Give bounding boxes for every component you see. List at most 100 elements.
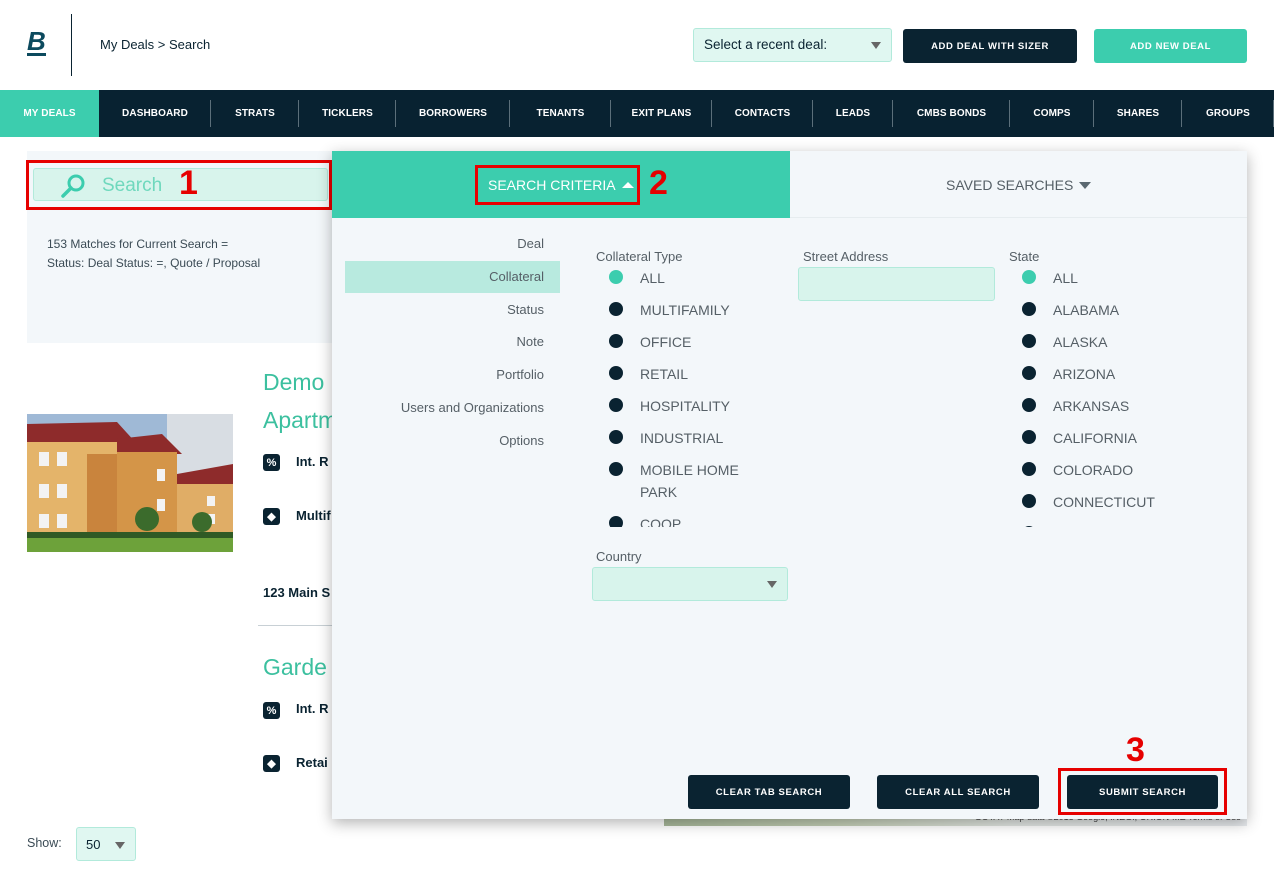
radio-collateral-multifamily[interactable]: MULTIFAMILY	[596, 299, 786, 321]
category-deal[interactable]: Deal	[345, 228, 560, 260]
match-count: 153 Matches for Current Search =	[47, 237, 229, 251]
street-address-label: Street Address	[803, 249, 889, 264]
radio-dot-icon	[609, 302, 623, 316]
app-logo[interactable]: B	[27, 28, 46, 56]
add-new-deal-button[interactable]: ADD NEW DEAL	[1094, 29, 1247, 63]
match-summary: 153 Matches for Current Search = Status:…	[47, 235, 260, 273]
page-size-value: 50	[86, 837, 101, 852]
clear-tab-search-button[interactable]: CLEAR TAB SEARCH	[688, 775, 850, 809]
nav-ticklers[interactable]: TICKLERS	[299, 90, 396, 137]
recent-deal-select[interactable]: Select a recent deal:	[693, 28, 892, 62]
collateral-type-label: Collateral Type	[596, 249, 683, 264]
radio-dot-icon	[609, 270, 623, 284]
radio-collateral-retail[interactable]: RETAIL	[596, 363, 786, 385]
deal-title[interactable]: Garde	[263, 654, 327, 681]
radio-label: ALL	[1053, 270, 1078, 286]
chevron-down-icon	[871, 42, 881, 49]
radio-state-all[interactable]: ALL	[1009, 267, 1209, 289]
radio-dot-icon	[1022, 302, 1036, 316]
nav-tenants[interactable]: TENANTS	[510, 90, 611, 137]
radio-dot-icon	[1022, 366, 1036, 380]
radio-collateral-coop[interactable]: COOP	[596, 513, 786, 527]
page-size-select[interactable]: 50	[76, 827, 136, 861]
country-label: Country	[596, 549, 642, 564]
main-nav: MY DEALS DASHBOARD STRATS TICKLERS BORRO…	[0, 90, 1274, 137]
radio-state-california[interactable]: CALIFORNIA	[1009, 427, 1209, 449]
radio-collateral-all[interactable]: ALL	[596, 267, 786, 289]
collateral-type-radio-list: ALL MULTIFAMILY OFFICE RETAIL HOSPITALIT…	[596, 267, 786, 527]
caret-down-icon	[1079, 182, 1092, 189]
deal-address: 123 Main S	[263, 585, 331, 600]
deal-title-line2[interactable]: Apartm	[263, 407, 337, 434]
apartment-photo	[27, 414, 233, 552]
deal-thumbnail[interactable]	[27, 414, 233, 552]
recent-deal-select-value: Select a recent deal:	[704, 37, 828, 52]
radio-collateral-mobile-home-park[interactable]: MOBILE HOME PARK	[596, 459, 746, 503]
nav-borrowers[interactable]: BORROWERS	[396, 90, 510, 137]
radio-label: COOP	[640, 516, 682, 527]
nav-comps[interactable]: COMPS	[1010, 90, 1094, 137]
state-radio-list: ALL ALABAMA ALASKA ARIZONA ARKANSAS CALI…	[1009, 267, 1209, 527]
radio-label: ARIZONA	[1053, 366, 1116, 382]
radio-state-connecticut[interactable]: CONNECTICUT	[1009, 491, 1209, 513]
radio-state-arkansas[interactable]: ARKANSAS	[1009, 395, 1209, 417]
tag-icon: ◆	[263, 508, 280, 525]
radio-dot-icon	[609, 430, 623, 444]
radio-collateral-office[interactable]: OFFICE	[596, 331, 786, 353]
breadcrumb[interactable]: My Deals > Search	[100, 37, 210, 52]
radio-dot-icon	[1022, 334, 1036, 348]
nav-leads[interactable]: LEADS	[813, 90, 893, 137]
deal-collateral-type: Multif	[296, 508, 331, 523]
category-users-and-organizations[interactable]: Users and Organizations	[345, 392, 560, 424]
add-deal-with-sizer-button[interactable]: ADD DEAL WITH SIZER	[903, 29, 1077, 63]
clear-all-search-button[interactable]: CLEAR ALL SEARCH	[877, 775, 1039, 809]
annotation-number-3: 3	[1126, 731, 1145, 769]
radio-label: ALABAMA	[1053, 302, 1120, 318]
app-header: B My Deals > Search Select a recent deal…	[0, 0, 1274, 90]
radio-state-arizona[interactable]: ARIZONA	[1009, 363, 1209, 385]
chevron-down-icon	[115, 842, 125, 849]
tab-saved-searches-label: SAVED SEARCHES	[946, 177, 1092, 193]
radio-dot-icon	[1022, 462, 1036, 476]
category-portfolio[interactable]: Portfolio	[345, 359, 560, 391]
radio-label: INDUSTRIAL	[640, 430, 724, 446]
category-status[interactable]: Status	[345, 294, 560, 326]
tag-icon: ◆	[263, 755, 280, 772]
nav-strats[interactable]: STRATS	[211, 90, 299, 137]
radio-state-alabama[interactable]: ALABAMA	[1009, 299, 1209, 321]
nav-exit-plans[interactable]: EXIT PLANS	[611, 90, 712, 137]
show-label: Show:	[27, 836, 62, 850]
radio-label: OFFICE	[640, 334, 692, 350]
radio-label: ARKANSAS	[1053, 398, 1130, 414]
nav-contacts[interactable]: CONTACTS	[712, 90, 813, 137]
nav-shares[interactable]: SHARES	[1094, 90, 1182, 137]
deal-divider	[258, 625, 338, 626]
category-note[interactable]: Note	[345, 326, 560, 358]
annotation-number-1: 1	[179, 164, 198, 202]
radio-state-alaska[interactable]: ALASKA	[1009, 331, 1209, 353]
annotation-number-2: 2	[649, 164, 668, 202]
radio-state-colorado[interactable]: COLORADO	[1009, 459, 1209, 481]
category-collateral[interactable]: Collateral	[345, 261, 560, 293]
radio-collateral-industrial[interactable]: INDUSTRIAL	[596, 427, 786, 449]
radio-label: HOSPITALITY	[640, 398, 730, 414]
nav-my-deals[interactable]: MY DEALS	[0, 90, 99, 137]
radio-label: COLORADO	[1053, 462, 1134, 478]
nav-groups[interactable]: GROUPS	[1182, 90, 1274, 137]
radio-dot-icon	[1022, 526, 1036, 527]
nav-cmbs-bonds[interactable]: CMBS BONDS	[893, 90, 1010, 137]
radio-dot-icon	[1022, 398, 1036, 412]
percent-icon: %	[263, 702, 280, 719]
nav-dashboard[interactable]: DASHBOARD	[99, 90, 211, 137]
radio-dot-icon	[609, 398, 623, 412]
radio-collateral-hospitality[interactable]: HOSPITALITY	[596, 395, 786, 417]
country-select[interactable]	[592, 567, 788, 601]
radio-state-delaware[interactable]: DELAWARE	[1009, 523, 1209, 527]
deal-title[interactable]: Demo	[263, 369, 324, 396]
state-label: State	[1009, 249, 1040, 264]
deal-interest-rate: Int. R	[296, 701, 329, 716]
percent-icon: %	[263, 454, 280, 471]
tab-saved-searches[interactable]: SAVED SEARCHES	[790, 151, 1247, 218]
category-options[interactable]: Options	[345, 425, 560, 457]
street-address-input[interactable]	[798, 267, 995, 301]
